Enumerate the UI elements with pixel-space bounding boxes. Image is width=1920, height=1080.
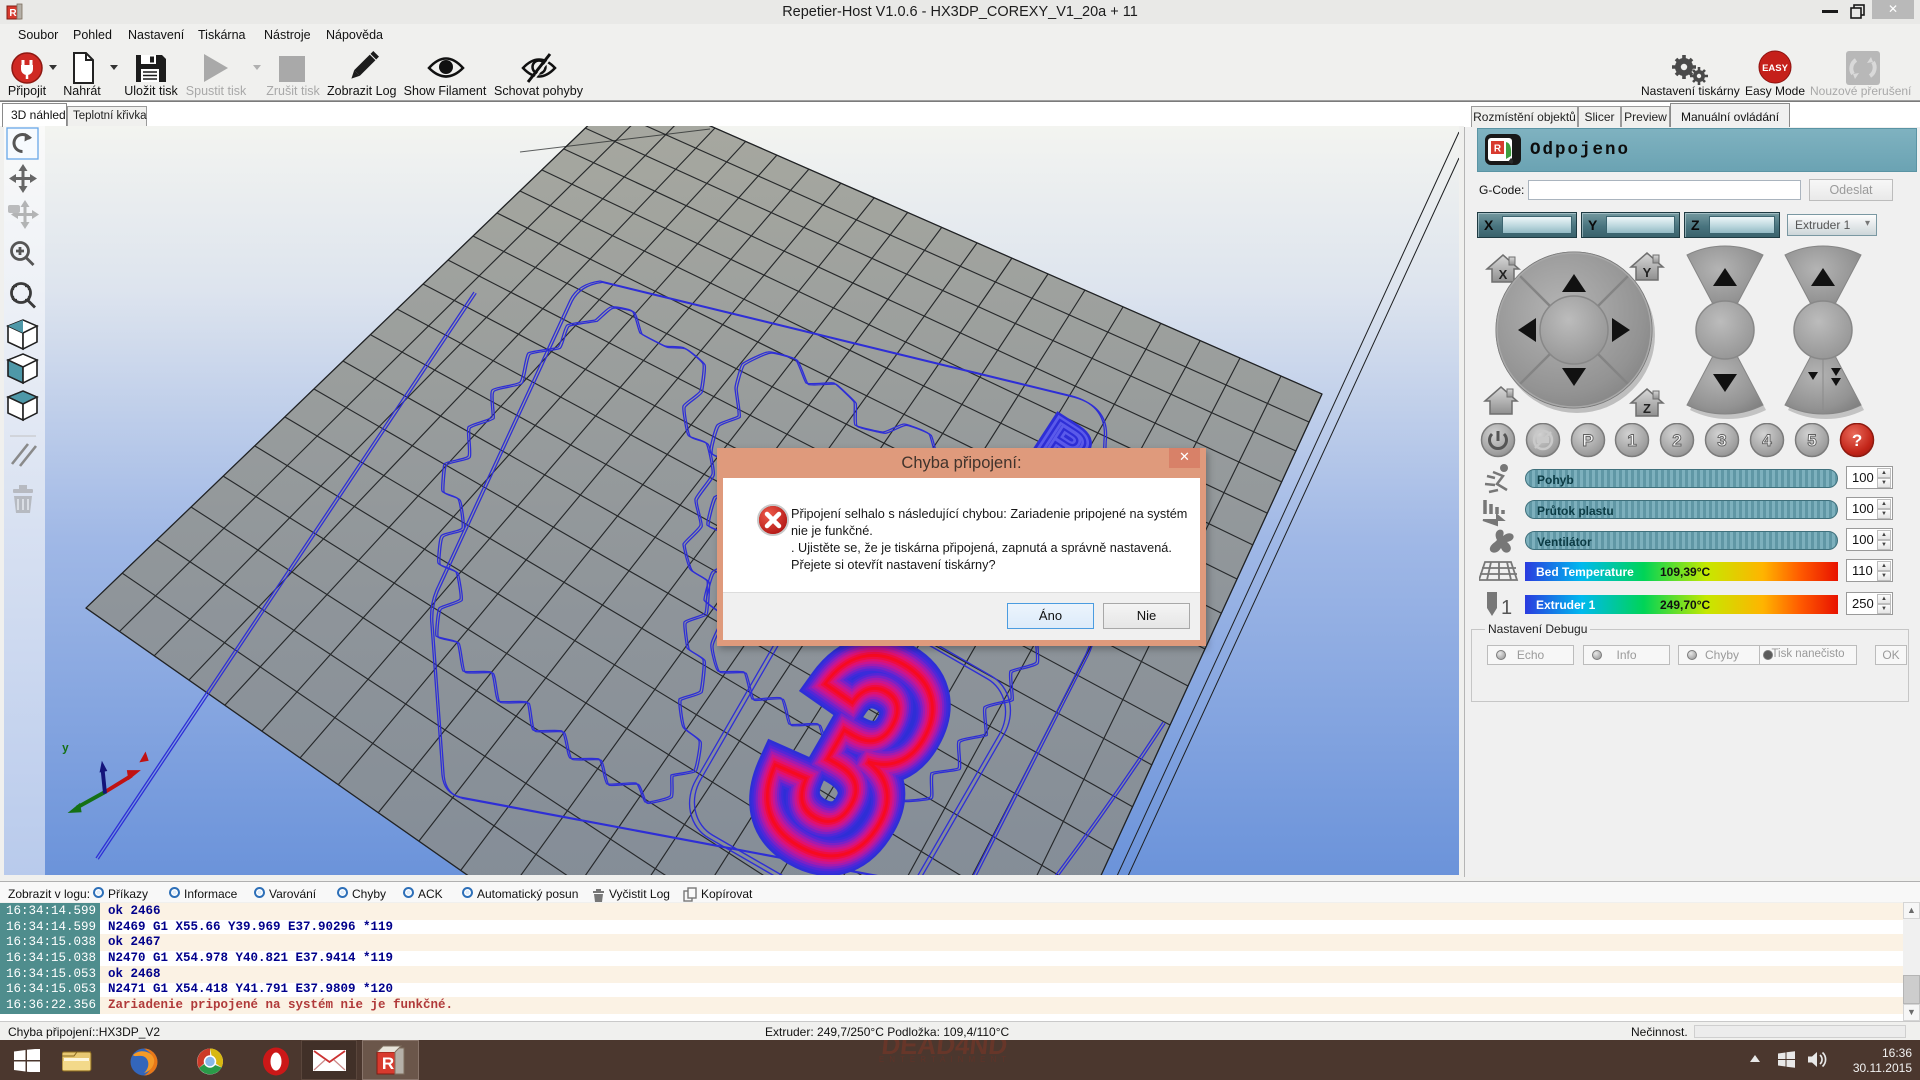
svg-text:1: 1 bbox=[1627, 431, 1636, 450]
svg-text:4: 4 bbox=[1762, 431, 1772, 450]
svg-text:X: X bbox=[1499, 267, 1508, 282]
svg-text:3: 3 bbox=[1717, 431, 1726, 450]
svg-text:R: R bbox=[382, 1054, 394, 1073]
svg-text:2: 2 bbox=[1672, 431, 1681, 450]
svg-text:Z: Z bbox=[1643, 401, 1651, 416]
svg-text:Y: Y bbox=[1643, 265, 1652, 280]
svg-text:?: ? bbox=[1852, 431, 1862, 450]
svg-text:ENTERTAINMENT: ENTERTAINMENT bbox=[879, 1055, 1011, 1064]
svg-text:EASY: EASY bbox=[1762, 63, 1789, 74]
svg-text:P: P bbox=[1582, 431, 1593, 450]
svg-text:y: y bbox=[62, 741, 69, 754]
svg-text:5: 5 bbox=[1807, 431, 1816, 450]
svg-text:1: 1 bbox=[1501, 597, 1512, 619]
